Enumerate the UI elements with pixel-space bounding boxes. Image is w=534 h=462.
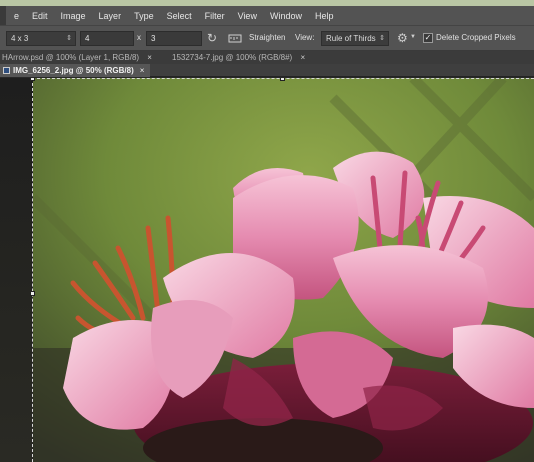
crop-height-input[interactable]: 3	[146, 31, 202, 46]
straighten-icon[interactable]	[228, 32, 242, 46]
chevron-down-icon[interactable]: ▼	[410, 34, 416, 40]
view-label: View:	[295, 33, 315, 42]
menu-select[interactable]: Select	[167, 11, 192, 21]
ratio-preset-select[interactable]: 4 x 3 ⇕	[6, 31, 76, 46]
close-icon[interactable]: ×	[140, 66, 145, 75]
delete-cropped-label: Delete Cropped Pixels	[436, 33, 516, 42]
menu-window[interactable]: Window	[270, 11, 302, 21]
active-document-tab-row: IMG_6256_2.jpg @ 50% (RGB/8) ×	[0, 64, 534, 77]
tab-1532734[interactable]: 1532734-7.jpg @ 100% (RGB/8#) ×	[172, 52, 305, 63]
menu-bar: e Edit Image Layer Type Select Filter Vi…	[0, 6, 534, 25]
delete-cropped-checkbox[interactable]: ✓	[423, 33, 433, 43]
menu-file[interactable]: e	[14, 11, 19, 21]
close-icon[interactable]: ×	[147, 53, 152, 62]
menu-layer[interactable]: Layer	[99, 11, 122, 21]
menu-edit[interactable]: Edit	[32, 11, 48, 21]
flower-photo	[33, 78, 534, 462]
menu-type[interactable]: Type	[134, 11, 154, 21]
tab-harrow-label: HArrow.psd @ 100% (Layer 1, RGB/8)	[2, 53, 140, 62]
app-logo-edge	[0, 6, 6, 25]
tab-harrow[interactable]: HArrow.psd @ 100% (Layer 1, RGB/8) ×	[2, 52, 152, 63]
crop-left-edge	[32, 78, 33, 462]
document-canvas[interactable]	[0, 78, 534, 462]
document-tab-row: HArrow.psd @ 100% (Layer 1, RGB/8) × 153…	[0, 51, 534, 64]
crop-width-input[interactable]: 4	[80, 31, 134, 46]
cropped-shield-area	[0, 78, 33, 462]
tab-img-6256-label: IMG_6256_2.jpg @ 50% (RGB/8)	[13, 66, 134, 75]
gear-icon[interactable]: ⚙	[397, 31, 408, 45]
view-overlay-select[interactable]: Rule of Thirds ⇕	[321, 31, 389, 46]
chevron-updown-icon: ⇕	[379, 35, 385, 42]
crop-handle-middle-left[interactable]	[30, 291, 35, 296]
menu-image[interactable]: Image	[61, 11, 86, 21]
ratio-preset-value: 4 x 3	[11, 34, 29, 43]
menu-help[interactable]: Help	[315, 11, 334, 21]
tab-img-6256[interactable]: IMG_6256_2.jpg @ 50% (RGB/8) ×	[0, 64, 151, 77]
close-icon[interactable]: ×	[300, 53, 305, 62]
menu-view[interactable]: View	[238, 11, 257, 21]
document-icon	[3, 67, 10, 74]
menu-filter[interactable]: Filter	[205, 11, 225, 21]
view-overlay-value: Rule of Thirds	[326, 34, 376, 43]
swap-rotate-icon[interactable]: ↻	[207, 31, 217, 45]
crop-handle-top-center[interactable]	[280, 78, 285, 81]
tab-1532734-label: 1532734-7.jpg @ 100% (RGB/8#)	[172, 53, 293, 62]
chevron-updown-icon: ⇕	[66, 35, 72, 42]
crop-handle-top-left[interactable]	[30, 78, 35, 81]
straighten-label[interactable]: Straighten	[249, 32, 285, 44]
crop-options-bar: 4 x 3 ⇕ 4 x 3 ↻ Straighten View: Rule of…	[0, 25, 534, 51]
times-symbol: x	[137, 33, 141, 42]
